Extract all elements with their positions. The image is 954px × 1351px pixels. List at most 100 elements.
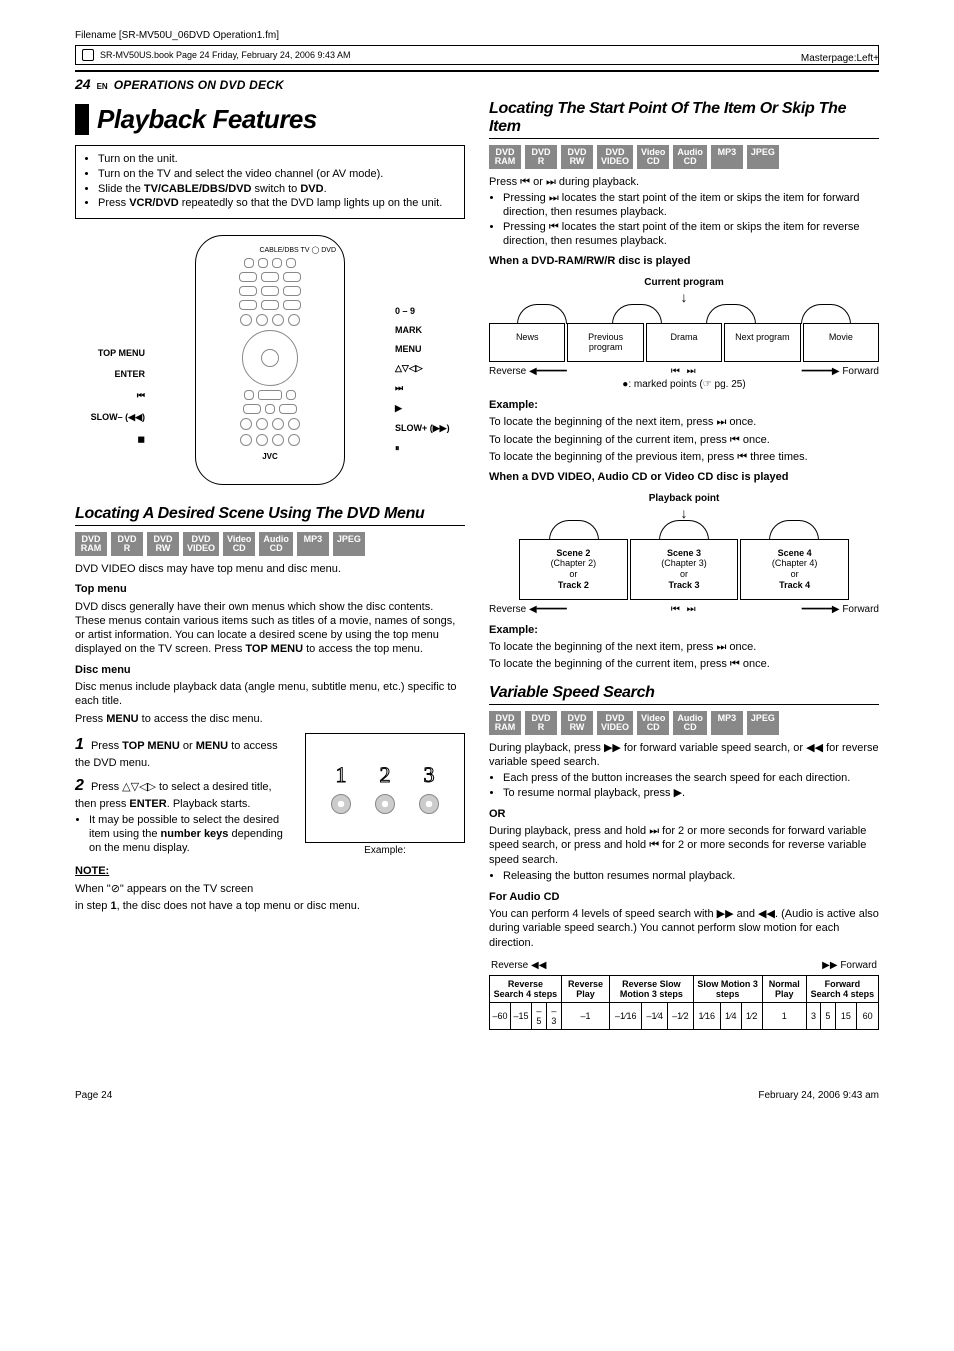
table-header: Reverse Slow Motion 3 steps <box>610 975 694 1002</box>
reverse-label: Reverse ◀━━━━━ <box>489 366 567 377</box>
note-text: in step 1, the disc does not have a top … <box>75 899 465 913</box>
table-cell: –1 <box>561 1002 609 1029</box>
body-text: During playback, press ▶▶ for forward va… <box>489 741 879 770</box>
chip: Audio CD <box>259 532 293 556</box>
speed-table-header: Reverse ◀◀ ▶▶ Forward <box>491 960 877 971</box>
table-header: Forward Search 4 steps <box>806 975 878 1002</box>
list-item: Pressing ⏮ locates the start point of th… <box>503 221 879 249</box>
program-cell: Movie <box>803 323 879 363</box>
body-text: DVD VIDEO discs may have top menu and di… <box>75 562 465 576</box>
footer-date: February 24, 2006 9:43 am <box>758 1090 879 1101</box>
lang-code: EN <box>97 82 108 91</box>
subheading: When a DVD-RAM/RW/R disc is played <box>489 254 879 268</box>
chip: Audio CD <box>673 145 707 169</box>
remote-label: SLOW– (◀◀) <box>75 412 145 423</box>
remote-label: SLOW+ (▶▶) <box>395 423 465 434</box>
body-text: Press ⏮ or ⏭ during playback. <box>489 175 879 189</box>
remote-label: 0 – 9 <box>395 306 465 316</box>
table-header: Reverse Play <box>561 975 609 1002</box>
list-item: To resume normal playback, press ▶. <box>503 787 879 801</box>
page-header: 24 EN OPERATIONS ON DVD DECK <box>75 76 879 92</box>
footer: Page 24 February 24, 2006 9:43 am <box>75 1090 879 1101</box>
body-text: During playback, press and hold ⏭ for 2 … <box>489 824 879 867</box>
body-text: To locate the beginning of the current i… <box>489 433 879 447</box>
table-cell: 1⁄2 <box>741 1002 762 1029</box>
remote-label: ⏮ <box>75 390 145 401</box>
list-item: Each press of the button increases the s… <box>503 772 879 786</box>
reverse-label: Reverse ◀━━━━━ <box>489 604 567 615</box>
table-cell: –1⁄2 <box>668 1002 694 1029</box>
section-heading: Locating The Start Point Of The Item Or … <box>489 100 879 139</box>
program-diagram: Current program ↓ News Previous program … <box>489 277 879 391</box>
chip: DVD R <box>525 145 557 169</box>
remote-label: ⏭ <box>395 383 465 394</box>
subheading: Disc menu <box>75 663 465 677</box>
intro-item: Turn on the TV and select the video chan… <box>98 168 456 182</box>
note-text: When "⊘" appears on the TV screen <box>75 882 465 896</box>
chip: Video CD <box>223 532 255 556</box>
remote-label: ⏸ <box>395 443 465 454</box>
body-text: Disc menus include playback data (angle … <box>75 680 465 709</box>
chip: Audio CD <box>673 711 707 735</box>
scene-cell: Scene 4(Chapter 4)orTrack 4 <box>740 539 849 600</box>
chip: Video CD <box>637 145 669 169</box>
scene-cell: Scene 3(Chapter 3)orTrack 3 <box>630 539 739 600</box>
outline-number-icon: 2 <box>380 762 391 788</box>
chip: MP3 <box>711 711 743 735</box>
chip: DVD VIDEO <box>597 711 633 735</box>
intro-item: Turn on the unit. <box>98 153 456 167</box>
body-text: To locate the beginning of the next item… <box>489 415 879 429</box>
table-cell: –1⁄16 <box>610 1002 642 1029</box>
chip: DVD RAM <box>489 145 521 169</box>
outline-number-icon: 1 <box>336 762 347 788</box>
chip: DVD RAM <box>75 532 107 556</box>
body-text: DVD discs generally have their own menus… <box>75 600 465 657</box>
skip-icons: ⏮ ⏭ <box>671 604 698 615</box>
table-header: Reverse Search 4 steps <box>490 975 562 1002</box>
disc-icon <box>375 794 395 814</box>
intro-item: Press VCR/DVD repeatedly so that the DVD… <box>98 197 456 211</box>
table-cell: –5 <box>531 1002 546 1029</box>
step-1: 1 Press TOP MENU or MENU to access the D… <box>75 735 295 770</box>
table-cell: –3 <box>546 1002 561 1029</box>
step-note: It may be possible to select the desired… <box>89 814 295 855</box>
chip: Video CD <box>637 711 669 735</box>
chip: DVD RW <box>561 145 593 169</box>
remote-label: MARK <box>395 325 465 335</box>
example-heading: Example: <box>489 398 879 412</box>
forward-label: ━━━━━▶ Forward <box>802 604 879 615</box>
disc-icon <box>331 794 351 814</box>
table-cell: 60 <box>857 1002 879 1029</box>
format-chips: DVD RAM DVD R DVD RW DVD VIDEO Video CD … <box>489 145 879 169</box>
table-header: Slow Motion 3 steps <box>693 975 762 1002</box>
chip: JPEG <box>747 145 779 169</box>
chip: DVD VIDEO <box>597 145 633 169</box>
program-cell: Previous program <box>567 323 643 363</box>
body-text: To locate the beginning of the previous … <box>489 450 879 464</box>
remote-label: ENTER <box>75 369 145 379</box>
chip: MP3 <box>711 145 743 169</box>
section-heading: Locating A Desired Scene Using The DVD M… <box>75 505 465 526</box>
list-item: Releasing the button resumes normal play… <box>503 870 879 884</box>
outline-number-icon: 3 <box>424 762 435 788</box>
chip: DVD R <box>525 711 557 735</box>
body-text: To locate the beginning of the current i… <box>489 657 879 671</box>
remote-top-switch: CABLE/DBS TV ◯ DVD <box>259 246 336 254</box>
chip: DVD VIDEO <box>183 532 219 556</box>
filename-label: Filename [SR-MV50U_06DVD Operation1.fm] <box>75 30 879 41</box>
program-cell: News <box>489 323 565 363</box>
remote-label: ▶ <box>395 403 465 414</box>
body-text: To locate the beginning of the next item… <box>489 640 879 654</box>
diagram-label: Current program <box>489 277 879 288</box>
subheading: For Audio CD <box>489 890 879 904</box>
table-cell: 1 <box>762 1002 806 1029</box>
remote-label: △▽◁▷ <box>395 363 465 374</box>
scene-diagram: Playback point ↓ Scene 2(Chapter 2)orTra… <box>489 493 879 615</box>
table-cell: –15 <box>510 1002 531 1029</box>
subheading: Top menu <box>75 582 465 596</box>
forward-label: ━━━━━▶ Forward <box>802 366 879 377</box>
subheading: When a DVD VIDEO, Audio CD or Video CD d… <box>489 470 879 484</box>
note-heading: NOTE: <box>75 864 465 878</box>
remote-brand: JVC <box>262 452 278 461</box>
intro-box: Turn on the unit. Turn on the TV and sel… <box>75 145 465 219</box>
